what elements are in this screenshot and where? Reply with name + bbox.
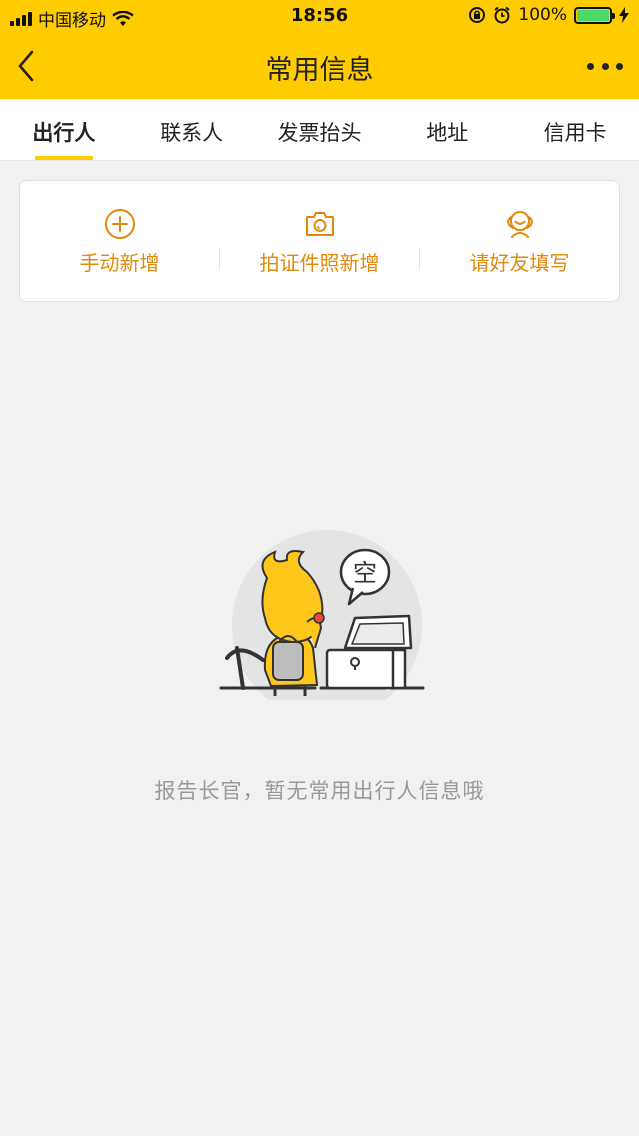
battery-percent: 100% (518, 5, 567, 25)
ask-friend-label: 请好友填写 (469, 250, 570, 275)
friend-icon (506, 210, 533, 238)
battery-icon (574, 6, 615, 24)
status-bar: 中国移动 18:56 100% (0, 0, 639, 34)
photo-id-add-button[interactable]: 拍证件照新增 (220, 207, 419, 276)
tab-travelers[interactable]: 出行人 (0, 99, 128, 160)
charging-icon (619, 7, 629, 23)
empty-message: 报告长官，暂无常用出行人信息哦 (154, 779, 485, 803)
empty-state-illustration: 空 (219, 530, 425, 700)
alarm-icon (494, 6, 511, 24)
page-title: 常用信息 (265, 55, 374, 86)
ask-friend-button[interactable]: 请好友填写 (420, 207, 619, 276)
camera-icon (305, 211, 334, 236)
tab-credit-cards[interactable]: 信用卡 (511, 99, 639, 160)
nav-bar: 常用信息 (0, 34, 639, 99)
plus-circle-icon (104, 208, 135, 239)
tab-addresses[interactable]: 地址 (383, 99, 511, 160)
more-dots-icon[interactable] (587, 54, 623, 78)
photo-id-add-label: 拍证件照新增 (259, 250, 380, 275)
tab-invoice-titles[interactable]: 发票抬头 (256, 99, 384, 160)
bubble-text: 空 (353, 560, 377, 587)
header-bar: 中国移动 18:56 100% 常用信息 (0, 0, 639, 99)
manual-add-button[interactable]: 手动新增 (20, 207, 219, 276)
tab-bar: 出行人 联系人 发票抬头 地址 信用卡 (0, 99, 639, 161)
manual-add-label: 手动新增 (79, 250, 160, 275)
tab-contacts[interactable]: 联系人 (128, 99, 256, 160)
add-traveler-card: 手动新增 拍证件照新增 请好友填写 (19, 180, 620, 302)
rotation-lock-icon (469, 7, 486, 23)
